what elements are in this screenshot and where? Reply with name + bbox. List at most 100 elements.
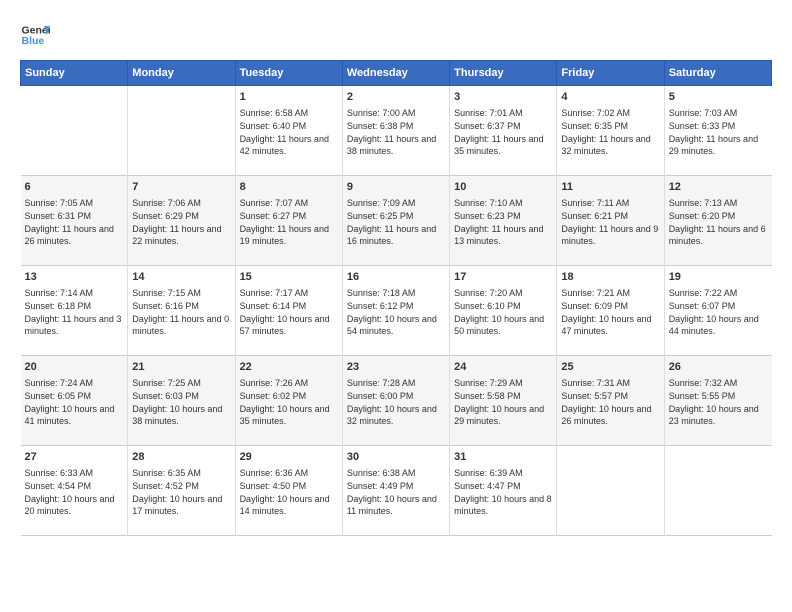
calendar-cell: 10 Sunrise: 7:10 AM Sunset: 6:23 PM Dayli… [450, 176, 557, 266]
day-number: 8 [240, 180, 338, 195]
calendar-week-row: 13 Sunrise: 7:14 AM Sunset: 6:18 PM Dayli… [21, 266, 772, 356]
calendar-cell: 11 Sunrise: 7:11 AM Sunset: 6:21 PM Dayli… [557, 176, 664, 266]
day-number: 17 [454, 270, 552, 285]
day-number: 23 [347, 360, 445, 375]
day-number: 2 [347, 90, 445, 105]
weekday-header-saturday: Saturday [664, 61, 771, 86]
day-info: Sunrise: 7:02 AM Sunset: 6:35 PM Dayligh… [561, 107, 659, 157]
calendar-cell: 9 Sunrise: 7:09 AM Sunset: 6:25 PM Daylig… [342, 176, 449, 266]
day-number: 6 [25, 180, 124, 195]
day-number: 21 [132, 360, 230, 375]
day-info: Sunrise: 6:58 AM Sunset: 6:40 PM Dayligh… [240, 107, 338, 157]
weekday-header-monday: Monday [128, 61, 235, 86]
day-info: Sunrise: 7:24 AM Sunset: 6:05 PM Dayligh… [25, 377, 124, 427]
day-number: 7 [132, 180, 230, 195]
day-number: 29 [240, 450, 338, 465]
day-info: Sunrise: 7:10 AM Sunset: 6:23 PM Dayligh… [454, 197, 552, 247]
calendar-cell: 7 Sunrise: 7:06 AM Sunset: 6:29 PM Daylig… [128, 176, 235, 266]
calendar-cell: 1Sunrise: 6:58 AM Sunset: 6:40 PM Daylig… [235, 86, 342, 176]
day-info: Sunrise: 7:17 AM Sunset: 6:14 PM Dayligh… [240, 287, 338, 337]
weekday-header-tuesday: Tuesday [235, 61, 342, 86]
day-info: Sunrise: 7:00 AM Sunset: 6:38 PM Dayligh… [347, 107, 445, 157]
day-info: Sunrise: 7:01 AM Sunset: 6:37 PM Dayligh… [454, 107, 552, 157]
calendar-cell: 12 Sunrise: 7:13 AM Sunset: 6:20 PM Dayli… [664, 176, 771, 266]
calendar-cell: 17 Sunrise: 7:20 AM Sunset: 6:10 PM Dayli… [450, 266, 557, 356]
day-info: Sunrise: 7:22 AM Sunset: 6:07 PM Dayligh… [669, 287, 768, 337]
calendar-cell: 8Sunrise: 7:07 AM Sunset: 6:27 PM Daylig… [235, 176, 342, 266]
weekday-header-thursday: Thursday [450, 61, 557, 86]
calendar-cell: 20 Sunrise: 7:24 AM Sunset: 6:05 PM Dayli… [21, 356, 128, 446]
day-number: 10 [454, 180, 552, 195]
weekday-header-sunday: Sunday [21, 61, 128, 86]
day-number: 31 [454, 450, 552, 465]
calendar-cell: 24 Sunrise: 7:29 AM Sunset: 5:58 PM Dayli… [450, 356, 557, 446]
day-number: 27 [25, 450, 124, 465]
day-number: 30 [347, 450, 445, 465]
calendar-cell: 13 Sunrise: 7:14 AM Sunset: 6:18 PM Dayli… [21, 266, 128, 356]
calendar-cell: 30 Sunrise: 6:38 AM Sunset: 4:49 PM Dayli… [342, 446, 449, 536]
day-number: 12 [669, 180, 768, 195]
day-info: Sunrise: 7:18 AM Sunset: 6:12 PM Dayligh… [347, 287, 445, 337]
calendar-cell [557, 446, 664, 536]
calendar-header-row: SundayMondayTuesdayWednesdayThursdayFrid… [21, 61, 772, 86]
day-number: 26 [669, 360, 768, 375]
day-number: 5 [669, 90, 768, 105]
calendar-cell: 14 Sunrise: 7:15 AM Sunset: 6:16 PM Dayli… [128, 266, 235, 356]
day-number: 20 [25, 360, 124, 375]
day-info: Sunrise: 7:14 AM Sunset: 6:18 PM Dayligh… [25, 287, 124, 337]
day-number: 14 [132, 270, 230, 285]
day-info: Sunrise: 7:25 AM Sunset: 6:03 PM Dayligh… [132, 377, 230, 427]
day-info: Sunrise: 6:36 AM Sunset: 4:50 PM Dayligh… [240, 467, 338, 517]
day-info: Sunrise: 6:33 AM Sunset: 4:54 PM Dayligh… [25, 467, 124, 517]
calendar-cell [664, 446, 771, 536]
day-info: Sunrise: 7:20 AM Sunset: 6:10 PM Dayligh… [454, 287, 552, 337]
day-number: 11 [561, 180, 659, 195]
calendar-table: SundayMondayTuesdayWednesdayThursdayFrid… [20, 60, 772, 536]
day-info: Sunrise: 7:09 AM Sunset: 6:25 PM Dayligh… [347, 197, 445, 247]
logo-icon: General Blue [20, 20, 50, 50]
day-number: 19 [669, 270, 768, 285]
calendar-cell: 28 Sunrise: 6:35 AM Sunset: 4:52 PM Dayli… [128, 446, 235, 536]
day-number: 22 [240, 360, 338, 375]
weekday-header-friday: Friday [557, 61, 664, 86]
day-info: Sunrise: 7:26 AM Sunset: 6:02 PM Dayligh… [240, 377, 338, 427]
svg-text:Blue: Blue [22, 35, 45, 47]
day-info: Sunrise: 7:28 AM Sunset: 6:00 PM Dayligh… [347, 377, 445, 427]
logo: General Blue [20, 20, 50, 50]
calendar-cell: 22 Sunrise: 7:26 AM Sunset: 6:02 PM Dayli… [235, 356, 342, 446]
calendar-week-row: 1Sunrise: 6:58 AM Sunset: 6:40 PM Daylig… [21, 86, 772, 176]
calendar-week-row: 27 Sunrise: 6:33 AM Sunset: 4:54 PM Dayli… [21, 446, 772, 536]
calendar-body: 1Sunrise: 6:58 AM Sunset: 6:40 PM Daylig… [21, 86, 772, 536]
day-number: 9 [347, 180, 445, 195]
day-info: Sunrise: 7:13 AM Sunset: 6:20 PM Dayligh… [669, 197, 768, 247]
day-info: Sunrise: 7:31 AM Sunset: 5:57 PM Dayligh… [561, 377, 659, 427]
day-info: Sunrise: 7:11 AM Sunset: 6:21 PM Dayligh… [561, 197, 659, 247]
day-number: 3 [454, 90, 552, 105]
day-number: 25 [561, 360, 659, 375]
day-info: Sunrise: 7:06 AM Sunset: 6:29 PM Dayligh… [132, 197, 230, 247]
calendar-cell: 16 Sunrise: 7:18 AM Sunset: 6:12 PM Dayli… [342, 266, 449, 356]
calendar-week-row: 20 Sunrise: 7:24 AM Sunset: 6:05 PM Dayli… [21, 356, 772, 446]
calendar-cell: 26Sunrise: 7:32 AM Sunset: 5:55 PM Dayli… [664, 356, 771, 446]
day-info: Sunrise: 6:38 AM Sunset: 4:49 PM Dayligh… [347, 467, 445, 517]
calendar-cell: 29 Sunrise: 6:36 AM Sunset: 4:50 PM Dayli… [235, 446, 342, 536]
day-number: 13 [25, 270, 124, 285]
day-info: Sunrise: 7:29 AM Sunset: 5:58 PM Dayligh… [454, 377, 552, 427]
day-info: Sunrise: 7:15 AM Sunset: 6:16 PM Dayligh… [132, 287, 230, 337]
day-info: Sunrise: 7:21 AM Sunset: 6:09 PM Dayligh… [561, 287, 659, 337]
day-number: 28 [132, 450, 230, 465]
calendar-cell: 23 Sunrise: 7:28 AM Sunset: 6:00 PM Dayli… [342, 356, 449, 446]
calendar-cell: 5 Sunrise: 7:03 AM Sunset: 6:33 PM Daylig… [664, 86, 771, 176]
page-header: General Blue [20, 20, 772, 50]
calendar-cell: 4 Sunrise: 7:02 AM Sunset: 6:35 PM Daylig… [557, 86, 664, 176]
day-number: 24 [454, 360, 552, 375]
day-info: Sunrise: 6:35 AM Sunset: 4:52 PM Dayligh… [132, 467, 230, 517]
day-number: 18 [561, 270, 659, 285]
day-number: 16 [347, 270, 445, 285]
calendar-cell: 18 Sunrise: 7:21 AM Sunset: 6:09 PM Dayli… [557, 266, 664, 356]
day-number: 4 [561, 90, 659, 105]
calendar-cell: 25 Sunrise: 7:31 AM Sunset: 5:57 PM Dayli… [557, 356, 664, 446]
day-info: Sunrise: 7:03 AM Sunset: 6:33 PM Dayligh… [669, 107, 768, 157]
calendar-cell: 21 Sunrise: 7:25 AM Sunset: 6:03 PM Dayli… [128, 356, 235, 446]
day-number: 15 [240, 270, 338, 285]
